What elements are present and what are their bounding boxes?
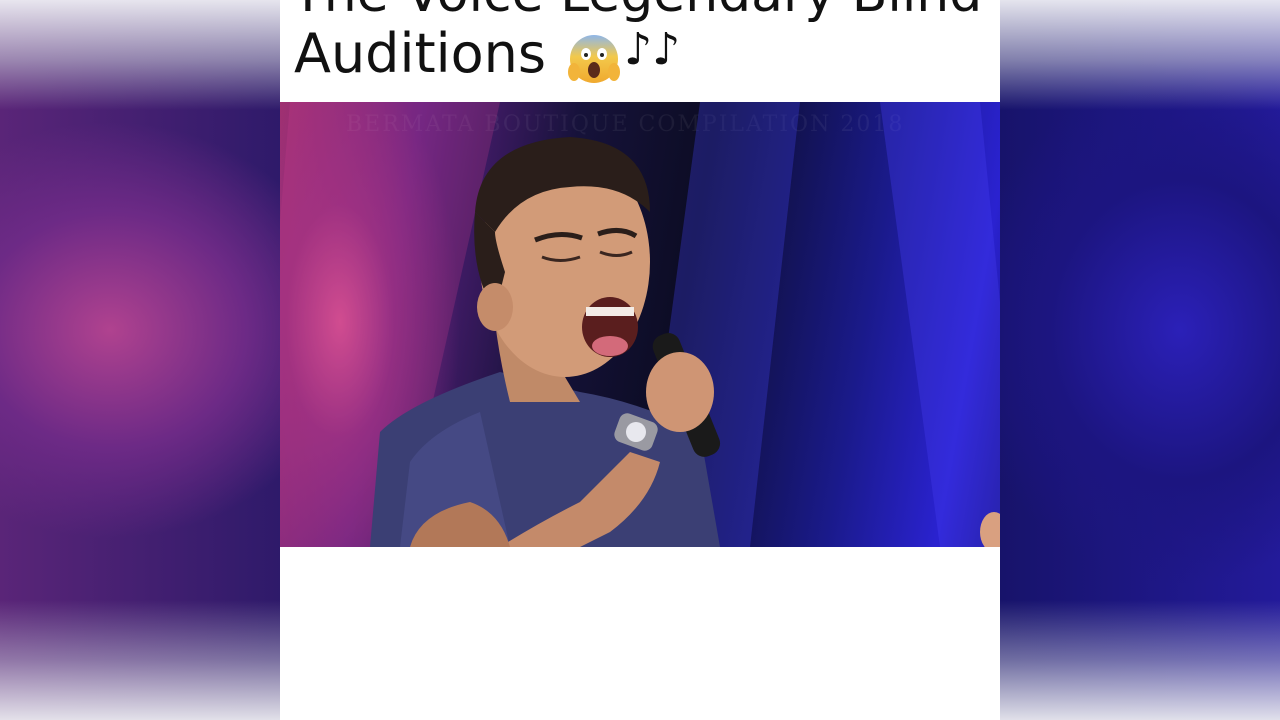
bottom-caption-area [280, 547, 1000, 720]
screaming-face-icon [568, 35, 620, 83]
music-notes-icon: ♪♪ [624, 24, 681, 75]
title-caption: The Voice Legendary Blind Auditions [280, 0, 1000, 102]
video-still: BERMATA BOUTIQUE COMPILATION 2018 [280, 102, 1000, 547]
singer-image [280, 102, 1000, 547]
video-player-frame: The Voice Legendary Blind Auditions [0, 0, 1280, 720]
title-line-2: Auditions [294, 22, 547, 85]
center-panel: The Voice Legendary Blind Auditions [280, 0, 1000, 720]
title-line-1: The Voice Legendary Blind [292, 0, 982, 24]
